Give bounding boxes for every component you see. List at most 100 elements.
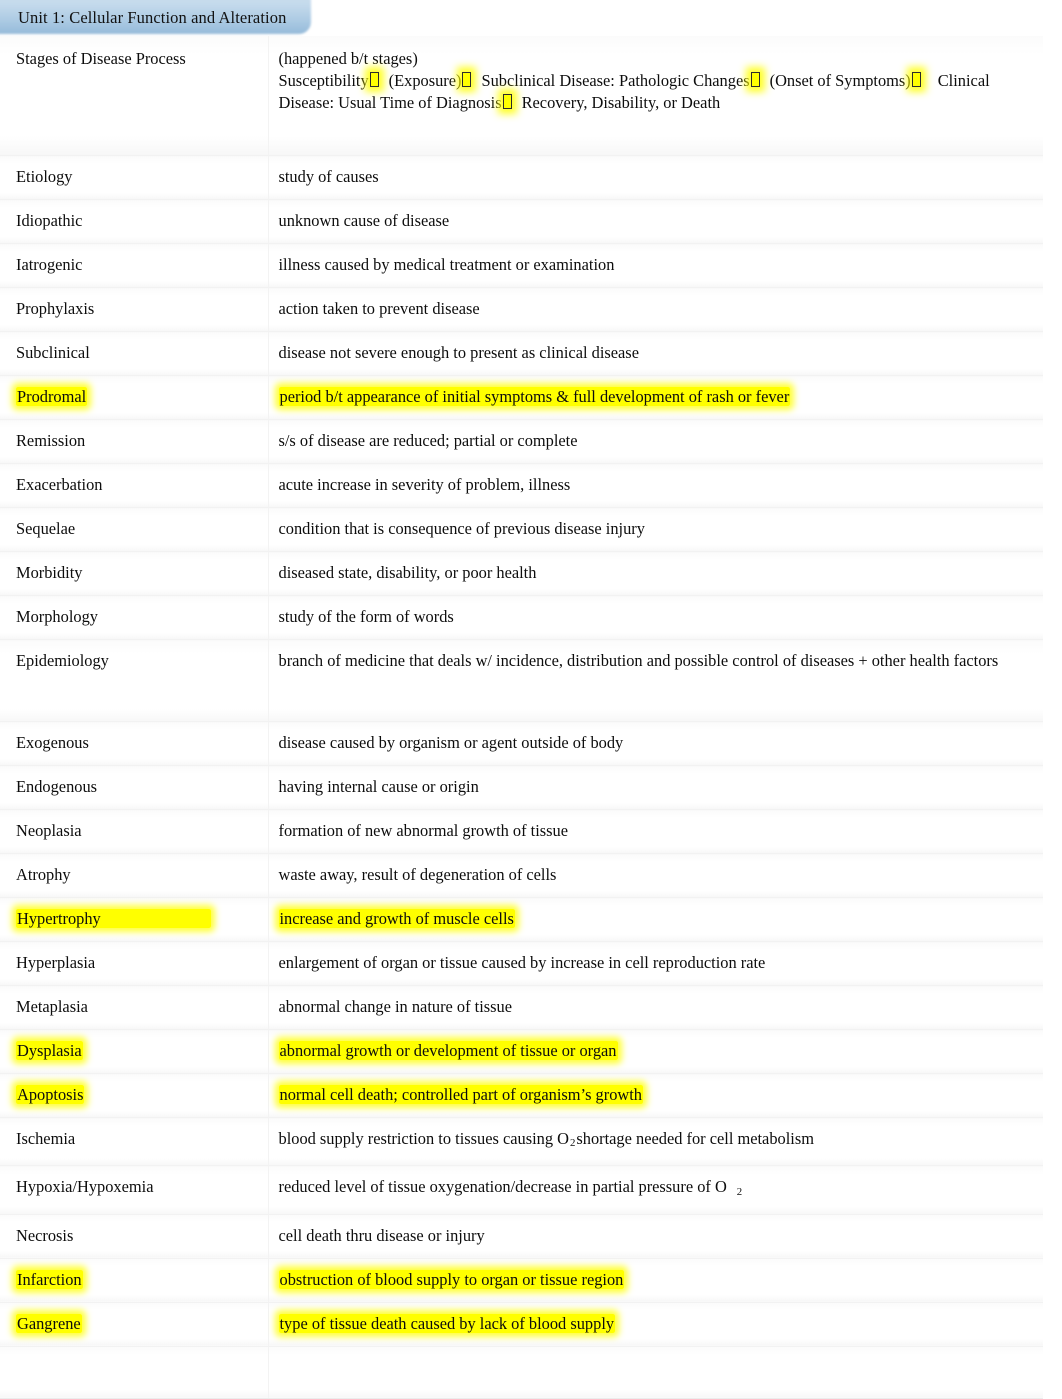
term-cell: [0, 1346, 268, 1399]
definition-cell: abnormal growth or development of tissue…: [267, 1029, 1043, 1074]
definition-text: unknown cause of disease: [278, 211, 450, 230]
term-cell: Epidemiology: [0, 639, 268, 722]
definition-line-1: (happened b/t stages): [278, 49, 418, 68]
definition-cell: (happened b/t stages) Susceptibility (Exp…: [267, 36, 1043, 156]
definition-cell: type of tissue death caused by lack of b…: [267, 1302, 1043, 1347]
term-text: Hyperplasia: [16, 953, 96, 972]
term-cell: Prophylaxis: [0, 287, 268, 332]
table-row: Endogenous having internal cause or orig…: [0, 765, 1043, 810]
table-row: Idiopathic unknown cause of disease: [0, 199, 1043, 244]
definition-text: enlargement of organ or tissue caused by…: [278, 953, 766, 972]
term-cell: Morphology: [0, 595, 268, 640]
table-row-empty: [0, 1346, 1043, 1399]
definition-cell: cell death thru disease or injury: [267, 1214, 1043, 1259]
arrow-icon: [502, 94, 512, 109]
arrow-icon: [911, 72, 921, 87]
term-cell: Atrophy: [0, 853, 268, 898]
definition-cell: condition that is consequence of previou…: [267, 507, 1043, 552]
definition-cell: study of causes: [267, 155, 1043, 200]
term-text: Stages of Disease Process: [16, 49, 186, 68]
table-row: Exacerbation acute increase in severity …: [0, 463, 1043, 508]
definition-cell: formation of new abnormal growth of tiss…: [267, 809, 1043, 854]
definition-text: study of the form of words: [278, 607, 454, 626]
term-text: Necrosis: [16, 1225, 74, 1245]
definition-cell: reduced level of tissue oxygenation/decr…: [267, 1165, 1043, 1215]
table-row: Remission s/s of disease are reduced; pa…: [0, 419, 1043, 464]
definition-text: condition that is consequence of previou…: [278, 519, 645, 538]
definition-cell: having internal cause or origin: [267, 765, 1043, 810]
definition-text: abnormal growth or development of tissue…: [278, 1041, 618, 1060]
term-cell: Hypertrophy: [0, 897, 268, 942]
definition-text: having internal cause or origin: [278, 777, 479, 796]
definition-cell: s/s of disease are reduced; partial or c…: [267, 419, 1043, 464]
definition-stage-1: Susceptibility: [278, 71, 369, 90]
definition-stage-6: Recovery, Disability, or Death: [521, 93, 721, 112]
term-cell: Endogenous: [0, 765, 268, 810]
term-text: Subclinical: [16, 343, 90, 362]
definition-cell: acute increase in severity of problem, i…: [267, 463, 1043, 508]
term-cell: Neoplasia: [0, 809, 268, 854]
table-row: Iatrogenic illness caused by medical tre…: [0, 243, 1043, 288]
term-text: Hypertrophy: [16, 909, 211, 928]
term-cell: Subclinical: [0, 331, 268, 376]
table-row: Sequelae condition that is consequence o…: [0, 507, 1043, 552]
arrow-icon: [750, 72, 760, 87]
term-cell: Hyperplasia: [0, 941, 268, 986]
term-cell: Hypoxia/Hypoxemia: [0, 1165, 268, 1215]
term-cell: Gangrene: [0, 1302, 268, 1347]
term-text: Idiopathic: [16, 211, 83, 230]
definition-cell: period b/t appearance of initial symptom…: [267, 375, 1043, 420]
table-row: Hyperplasia enlargement of organ or tiss…: [0, 941, 1043, 986]
term-text: Dysplasia: [16, 1041, 83, 1060]
definition-text: abnormal change in nature of tissue: [278, 997, 513, 1016]
term-cell: Exacerbation: [0, 463, 268, 508]
document-title-tab: Unit 1: Cellular Function and Alteration: [0, 0, 315, 38]
glossary-table: Stages of Disease Process (happened b/t …: [0, 36, 1043, 1399]
definition-cell: unknown cause of disease: [267, 199, 1043, 244]
definition-stage-2: (Exposure): [388, 71, 462, 90]
term-text: Remission: [16, 431, 86, 450]
term-cell: Apoptosis: [0, 1073, 268, 1118]
definition-cell: waste away, result of degeneration of ce…: [267, 853, 1043, 898]
term-cell: Exogenous: [0, 721, 268, 766]
definition-text-pre: reduced level of tissue oxygenation/decr…: [278, 1177, 727, 1197]
term-text: Hypoxia/Hypoxemia: [16, 1177, 154, 1197]
definition-text: s/s of disease are reduced; partial or c…: [278, 431, 578, 450]
term-text: Neoplasia: [16, 821, 82, 840]
term-cell: Infarction: [0, 1258, 268, 1303]
definition-text: type of tissue death caused by lack of b…: [278, 1313, 616, 1333]
definition-text: period b/t appearance of initial symptom…: [278, 387, 791, 406]
definition-text: increase and growth of muscle cells: [278, 909, 515, 928]
definition-text-pre: blood supply restriction to tissues caus…: [278, 1129, 569, 1148]
term-cell: Iatrogenic: [0, 243, 268, 288]
term-text: Iatrogenic: [16, 255, 83, 274]
definition-text: waste away, result of degeneration of ce…: [278, 865, 557, 884]
definition-cell: action taken to prevent disease: [267, 287, 1043, 332]
table-row: Metaplasia abnormal change in nature of …: [0, 985, 1043, 1030]
table-row: Necrosis cell death thru disease or inju…: [0, 1214, 1043, 1259]
term-cell: Stages of Disease Process: [0, 36, 268, 156]
term-text: Sequelae: [16, 519, 76, 538]
term-text: Infarction: [16, 1269, 83, 1289]
term-text: Exogenous: [16, 733, 89, 752]
definition-cell: disease not severe enough to present as …: [267, 331, 1043, 376]
term-cell: Etiology: [0, 155, 268, 200]
definition-text: illness caused by medical treatment or e…: [278, 255, 615, 274]
term-text: Endogenous: [16, 777, 98, 796]
term-text: Apoptosis: [16, 1085, 85, 1104]
definition-stage-3: Subclinical Disease: Pathologic Changes: [481, 71, 750, 90]
table-row: Atrophy waste away, result of degenerati…: [0, 853, 1043, 898]
definition-cell: obstruction of blood supply to organ or …: [267, 1258, 1043, 1303]
term-text: Gangrene: [16, 1313, 82, 1333]
table-body: Stages of Disease Process (happened b/t …: [0, 36, 1043, 1399]
definition-text: study of causes: [278, 167, 379, 186]
definition-text: disease not severe enough to present as …: [278, 343, 639, 362]
term-cell: Prodromal: [0, 375, 268, 420]
definition-text: diseased state, disability, or poor heal…: [278, 563, 537, 582]
definition-text: branch of medicine that deals w/ inciden…: [278, 651, 999, 670]
page-title: Unit 1: Cellular Function and Alteration: [18, 8, 287, 27]
table-row: Stages of Disease Process (happened b/t …: [0, 36, 1043, 156]
arrow-icon: [462, 72, 472, 87]
definition-cell: disease caused by organism or agent outs…: [267, 721, 1043, 766]
definition-cell: [267, 1346, 1043, 1399]
